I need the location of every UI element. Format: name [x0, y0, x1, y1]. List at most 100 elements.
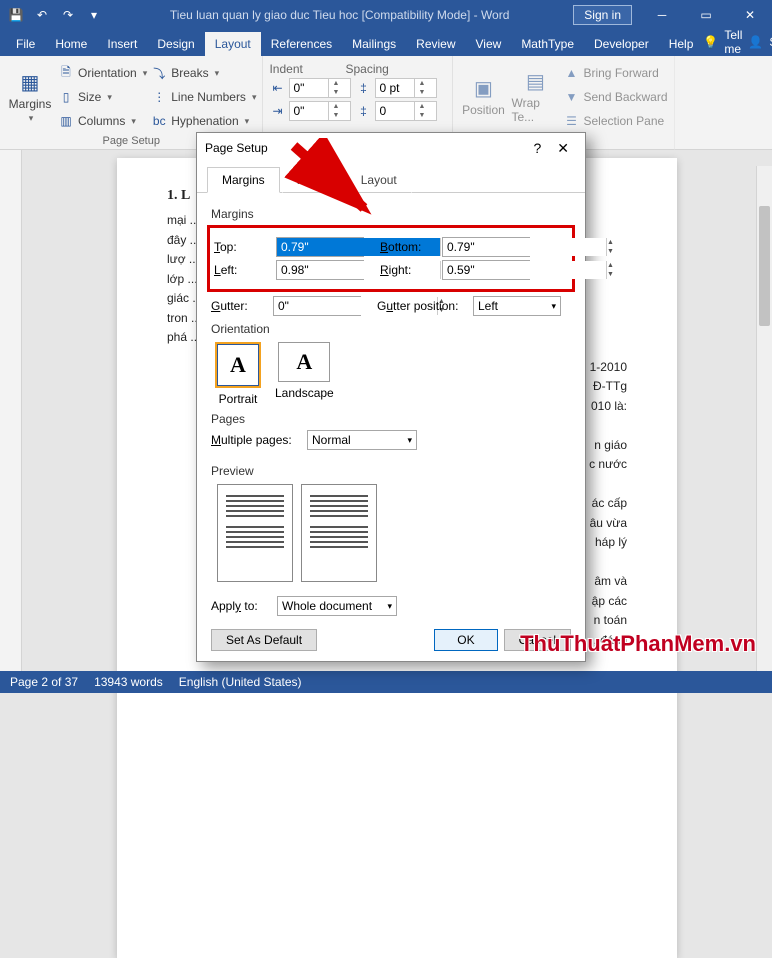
- tab-help[interactable]: Help: [659, 32, 704, 56]
- forward-icon: ▲: [563, 66, 579, 80]
- lineno-icon: ⋮: [151, 90, 167, 104]
- wrap-icon: ▤: [526, 69, 545, 94]
- share-icon: 👤: [748, 35, 763, 49]
- gutter-label: Gutter:: [211, 299, 267, 313]
- wrap-text-button[interactable]: ▤Wrap Te...: [511, 60, 559, 133]
- titlebar: 💾 ↶ ↷ ▾ Tieu luan quan ly giao duc Tieu …: [0, 0, 772, 30]
- left-input[interactable]: ▲▼: [276, 260, 364, 280]
- gutter-input[interactable]: ▲▼: [273, 296, 361, 316]
- dialog-tab-paper[interactable]: Paper: [282, 167, 344, 193]
- tab-developer[interactable]: Developer: [584, 32, 659, 56]
- selection-pane-button[interactable]: ☰Selection Pane: [563, 110, 667, 132]
- dialog-close-icon[interactable]: ✕: [549, 136, 577, 161]
- vertical-ruler[interactable]: [0, 150, 22, 671]
- margins-button[interactable]: ▦ Margins▾: [6, 60, 54, 133]
- indent-right-icon: ⇥: [269, 104, 285, 118]
- dialog-tabs: Margins Paper Layout: [197, 163, 585, 193]
- orientation-icon: 🗎: [58, 63, 74, 84]
- margins-icon: ▦: [21, 70, 40, 95]
- ribbon-tabs: File Home Insert Design Layout Reference…: [0, 30, 772, 56]
- tab-home[interactable]: Home: [45, 32, 97, 56]
- sign-in-button[interactable]: Sign in: [573, 5, 632, 25]
- hyphen-icon: bc: [151, 114, 167, 128]
- size-icon: ▯: [58, 90, 74, 104]
- minimize-icon[interactable]: ─: [640, 0, 684, 30]
- columns-button[interactable]: ▥Columns▾: [58, 110, 147, 132]
- indent-left-icon: ⇤: [269, 81, 285, 95]
- tab-mailings[interactable]: Mailings: [342, 32, 406, 56]
- tab-review[interactable]: Review: [406, 32, 465, 56]
- bottom-label: Bottom:: [380, 240, 436, 254]
- margins-section-label: Margins: [211, 207, 571, 221]
- preview-section-label: Preview: [211, 464, 571, 478]
- qat-customize-icon[interactable]: ▾: [82, 3, 106, 27]
- orientation-section-label: Orientation: [211, 322, 571, 336]
- vertical-scrollbar[interactable]: [756, 166, 772, 671]
- preview-area: [217, 484, 571, 582]
- dialog-tab-margins[interactable]: Margins: [207, 167, 280, 193]
- right-label: Right:: [380, 263, 436, 277]
- bottom-input[interactable]: ▲▼: [442, 237, 530, 257]
- dialog-titlebar[interactable]: Page Setup ? ✕: [197, 133, 585, 163]
- preview-page-2: [301, 484, 377, 582]
- status-page[interactable]: Page 2 of 37: [10, 675, 78, 689]
- line-numbers-button[interactable]: ⋮Line Numbers▾: [151, 86, 256, 108]
- tab-design[interactable]: Design: [147, 32, 204, 56]
- space-after-input[interactable]: ▲▼: [375, 101, 437, 121]
- landscape-option[interactable]: ALandscape: [275, 342, 334, 406]
- highlight-annotation: Top: ▲▼ Bottom: ▲▼ Left: ▲▼ Right: ▲▼: [207, 225, 575, 292]
- top-input[interactable]: ▲▼: [276, 237, 364, 257]
- document-title: Tieu luan quan ly giao duc Tieu hoc [Com…: [106, 8, 573, 22]
- left-label: Left:: [214, 263, 270, 277]
- undo-icon[interactable]: ↶: [30, 3, 54, 27]
- space-before-input[interactable]: ▲▼: [375, 78, 437, 98]
- save-icon[interactable]: 💾: [4, 3, 28, 27]
- size-button[interactable]: ▯Size▾: [58, 86, 147, 108]
- gutter-pos-select[interactable]: Left▾: [473, 296, 561, 316]
- gutter-pos-label: Gutter position:: [377, 299, 467, 313]
- breaks-icon: ⤵: [151, 65, 167, 82]
- status-lang[interactable]: English (United States): [179, 675, 302, 689]
- dialog-help-icon[interactable]: ?: [525, 136, 549, 160]
- dialog-title: Page Setup: [205, 141, 268, 155]
- backward-icon: ▼: [563, 90, 579, 104]
- page-setup-dialog: Page Setup ? ✕ Margins Paper Layout Marg…: [196, 132, 586, 662]
- columns-icon: ▥: [58, 114, 74, 128]
- maximize-icon[interactable]: ▭: [684, 0, 728, 30]
- indent-heading: Indent: [269, 62, 341, 76]
- spacing-heading: Spacing: [345, 62, 388, 76]
- tab-references[interactable]: References: [261, 32, 342, 56]
- send-backward-button[interactable]: ▼Send Backward: [563, 86, 667, 108]
- selpane-icon: ☰: [563, 114, 579, 128]
- multiple-pages-label: Multiple pages:: [211, 433, 301, 447]
- breaks-button[interactable]: ⤵Breaks▾: [151, 62, 256, 84]
- apply-to-select[interactable]: Whole document▾: [277, 596, 397, 616]
- tab-mathtype[interactable]: MathType: [511, 32, 584, 56]
- status-bar: Page 2 of 37 13943 words English (United…: [0, 671, 772, 693]
- preview-page-1: [217, 484, 293, 582]
- tellme-label[interactable]: Tell me: [724, 28, 742, 56]
- dialog-tab-layout[interactable]: Layout: [346, 167, 412, 193]
- set-default-button[interactable]: Set As Default: [211, 629, 317, 651]
- redo-icon[interactable]: ↷: [56, 3, 80, 27]
- close-icon[interactable]: ✕: [728, 0, 772, 30]
- tab-insert[interactable]: Insert: [97, 32, 147, 56]
- multiple-pages-select[interactable]: Normal▾: [307, 430, 417, 450]
- indent-right-input[interactable]: ▲▼: [289, 101, 351, 121]
- tab-view[interactable]: View: [466, 32, 512, 56]
- top-label: Top:: [214, 240, 270, 254]
- ok-button[interactable]: OK: [434, 629, 497, 651]
- right-input[interactable]: ▲▼: [442, 260, 530, 280]
- position-button[interactable]: ▣Position: [459, 60, 507, 133]
- watermark: ThuThuatPhanMem.vn: [520, 631, 756, 657]
- indent-left-input[interactable]: ▲▼: [289, 78, 351, 98]
- portrait-option[interactable]: APortrait: [215, 342, 261, 406]
- pages-section-label: Pages: [211, 412, 571, 426]
- tab-layout[interactable]: Layout: [205, 32, 261, 56]
- bring-forward-button[interactable]: ▲Bring Forward: [563, 62, 667, 84]
- tab-file[interactable]: File: [6, 32, 45, 56]
- orientation-button[interactable]: 🗎Orientation▾: [58, 62, 147, 84]
- hyphenation-button[interactable]: bcHyphenation▾: [151, 110, 256, 132]
- status-words[interactable]: 13943 words: [94, 675, 163, 689]
- space-before-icon: ‡: [355, 81, 371, 95]
